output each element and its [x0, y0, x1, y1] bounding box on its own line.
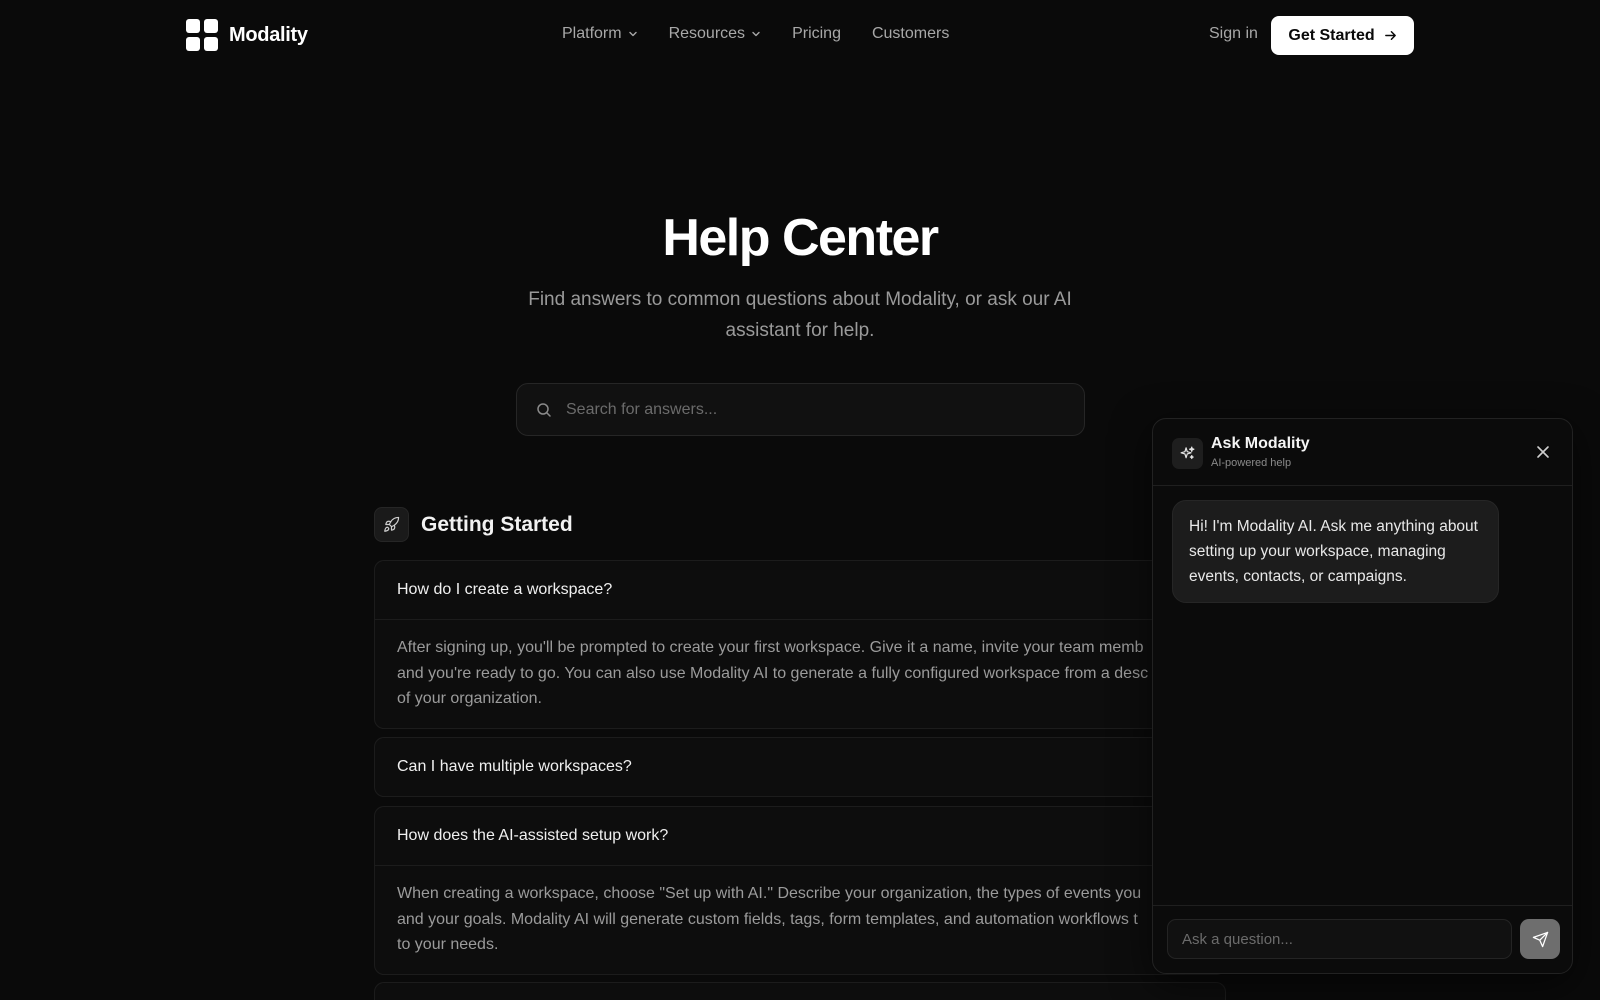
arrow-right-icon — [1384, 31, 1396, 40]
get-started-label: Get Started — [1288, 26, 1375, 44]
chat-header: Ask Modality AI-powered help — [1153, 419, 1572, 486]
help-center-page: Modality Platform Resources Pricing Cust… — [0, 0, 1600, 1000]
nav-link-label: Resources — [668, 25, 746, 42]
faq-answer-line: and your goals. Modality AI will generat… — [397, 910, 1138, 928]
faq-item: How do I create a workspace? After signi… — [374, 560, 1226, 729]
sign-in-link[interactable]: Sign in — [1209, 25, 1258, 43]
chat-subtitle: AI-powered help — [1211, 457, 1292, 469]
top-nav: Modality Platform Resources Pricing Cust… — [0, 0, 1600, 70]
faq-item: Can I have multiple workspaces? — [374, 737, 1226, 797]
faq-item: How does the AI-assisted setup work? Whe… — [374, 806, 1226, 975]
faq-answer-line: and you're ready to go. You can also use… — [397, 664, 1149, 682]
faq-question[interactable]: Can I have multiple workspaces? — [375, 738, 1225, 796]
assistant-message: Hi! I'm Modality AI. Ask me anything abo… — [1172, 500, 1499, 603]
nav-link-pricing[interactable]: Pricing — [792, 25, 841, 43]
rocket-icon — [374, 507, 409, 542]
page-title: Help Center — [662, 209, 939, 267]
faq-item[interactable] — [374, 982, 1226, 1000]
close-icon[interactable] — [1534, 443, 1552, 461]
nav-link-label: Customers — [871, 25, 950, 42]
ai-chat-panel: Ask Modality AI-powered help Hi! I'm Mod… — [1152, 418, 1573, 974]
search-icon — [537, 403, 551, 417]
section-header: Getting Started — [374, 507, 573, 542]
faq-question[interactable]: How do I create a workspace? — [375, 561, 1225, 619]
logo-grid-icon — [186, 19, 218, 51]
nav-link-customers[interactable]: Customers — [872, 25, 949, 43]
chat-composer — [1153, 905, 1572, 973]
send-button[interactable] — [1520, 919, 1560, 959]
faq-question[interactable]: How does the AI-assisted setup work? — [375, 807, 1225, 865]
nav-link-resources[interactable]: Resources — [669, 25, 761, 43]
send-icon — [1532, 931, 1548, 947]
faq-answer-line: of your organization. — [397, 690, 542, 707]
chevron-down-icon — [752, 31, 760, 37]
faq-answer: When creating a workspace, choose "Set u… — [375, 865, 1225, 974]
faq-answer-line: to your needs. — [397, 936, 499, 953]
nav-link-label: Pricing — [792, 25, 841, 42]
brand-logo[interactable]: Modality — [186, 19, 308, 51]
brand-name: Modality — [229, 23, 308, 46]
chat-input[interactable] — [1167, 919, 1512, 959]
chevron-down-icon — [628, 31, 637, 37]
section-title: Getting Started — [421, 512, 573, 536]
faq-answer-line: When creating a workspace, choose "Set u… — [397, 885, 1142, 902]
nav-link-platform[interactable]: Platform — [562, 25, 638, 43]
nav-links: Platform Resources Pricing Customers — [562, 25, 949, 43]
chat-title: Ask Modality — [1211, 435, 1310, 452]
search-box — [516, 383, 1085, 436]
faq-answer: After signing up, you'll be prompted to … — [375, 619, 1225, 728]
get-started-button[interactable]: Get Started — [1271, 16, 1414, 55]
nav-link-label: Platform — [562, 25, 622, 42]
sparkles-icon — [1172, 438, 1203, 469]
search-input[interactable] — [566, 384, 1066, 435]
page-subtitle: Find answers to common questions about M… — [528, 289, 1072, 341]
faq-answer-line: After signing up, you'll be prompted to … — [397, 639, 1144, 656]
